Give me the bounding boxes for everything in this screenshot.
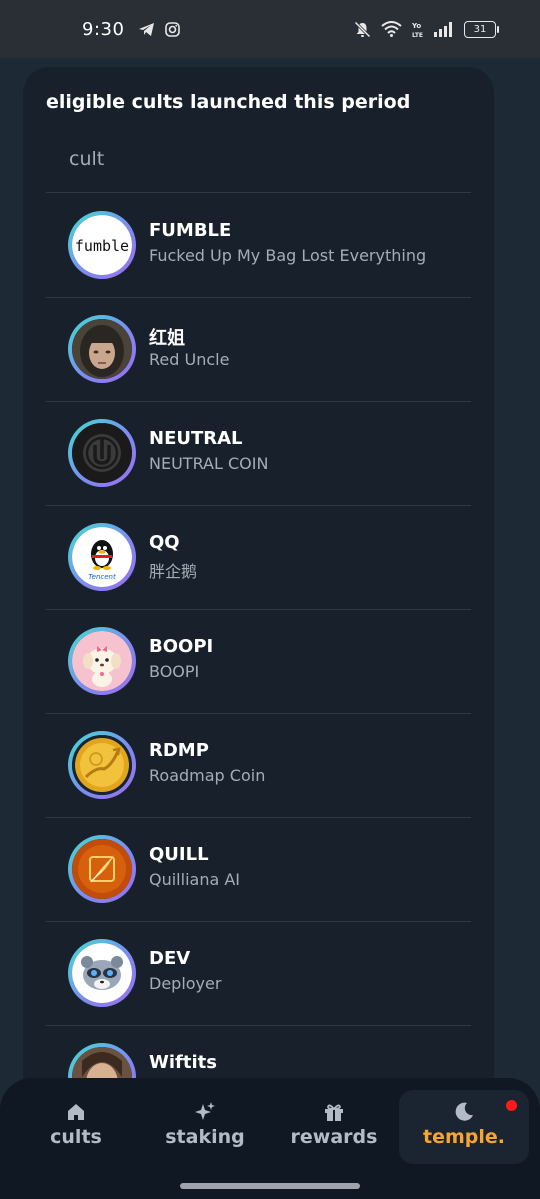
nav-cults[interactable]: cults	[11, 1100, 141, 1166]
cult-row-rdmp[interactable]: RDMP Roadmap Coin	[46, 714, 471, 818]
eligible-cults-panel: eligible cults launched this period cult…	[23, 67, 494, 1147]
wifi-icon	[381, 21, 402, 37]
signal-icon	[434, 21, 452, 37]
sparkles-icon	[195, 1102, 215, 1120]
cult-symbol: QQ	[149, 532, 180, 553]
svg-text:fumble: fumble	[75, 237, 129, 255]
cult-row-neutral[interactable]: NEUTRAL NEUTRAL COIN	[46, 402, 471, 506]
cult-symbol: 红姐	[149, 328, 185, 349]
status-app-icons	[138, 21, 181, 37]
avatar	[68, 731, 136, 799]
cult-name: Quilliana AI	[149, 870, 241, 889]
cult-name: Deployer	[149, 974, 222, 993]
svg-text:Yo: Yo	[412, 22, 421, 30]
raccoon-face	[72, 943, 132, 1003]
instagram-icon	[165, 21, 181, 37]
avatar	[68, 315, 136, 383]
cult-name: Fucked Up My Bag Lost Everything	[149, 246, 427, 265]
quill-logo	[72, 839, 132, 899]
nav-label: rewards	[290, 1126, 378, 1148]
cult-row-qq[interactable]: Tencent QQ 胖企鹅	[46, 506, 471, 610]
status-time: 9:30	[82, 18, 125, 40]
cult-symbol: BOOPI	[149, 636, 214, 657]
cult-row-hongjie[interactable]: 红姐 Red Uncle	[46, 298, 471, 402]
gold-coin	[72, 735, 132, 795]
avatar	[68, 939, 136, 1007]
cult-name: NEUTRAL COIN	[149, 454, 269, 473]
notification-dot	[506, 1100, 517, 1111]
nav-label: cults	[50, 1126, 102, 1148]
cult-name: BOOPI	[149, 662, 200, 681]
battery-icon: 31	[464, 20, 499, 38]
nav-staking[interactable]: staking	[140, 1100, 270, 1166]
volte-icon: Yo LTE	[412, 22, 423, 38]
nav-temple[interactable]: temple.	[399, 1090, 529, 1164]
cult-symbol: NEUTRAL	[149, 428, 243, 449]
cult-symbol: FUMBLE	[149, 220, 232, 241]
avatar	[68, 835, 136, 903]
cult-symbol: QUILL	[149, 844, 209, 865]
svg-text:Tencent: Tencent	[88, 573, 116, 581]
neutral-logo	[72, 423, 132, 483]
cult-row-dev[interactable]: DEV Deployer	[46, 922, 471, 1026]
portrait-photo	[72, 319, 132, 379]
cult-row-boopi[interactable]: BOOPI BOOPI	[46, 610, 471, 714]
nav-rewards[interactable]: rewards	[269, 1100, 399, 1166]
moon-icon	[455, 1102, 473, 1121]
cult-symbol: RDMP	[149, 740, 209, 761]
nav-label: staking	[165, 1126, 245, 1148]
cult-name: 胖企鹅	[149, 562, 198, 581]
home-indicator[interactable]	[180, 1183, 360, 1189]
bottom-nav: cults staking rewards temple.	[0, 1078, 540, 1199]
avatar: Tencent	[68, 523, 136, 591]
nav-label: temple.	[423, 1126, 505, 1148]
avatar: fumble	[68, 211, 136, 279]
cult-list: fumble FUMBLE Fucked Up My Bag Lost Ever…	[46, 194, 471, 1130]
mute-icon	[354, 20, 371, 38]
home-icon	[68, 1104, 84, 1120]
cult-symbol: DEV	[149, 948, 191, 969]
fumble-logo: fumble	[72, 215, 132, 275]
cult-symbol: Wiftits	[149, 1052, 217, 1073]
cult-name: Red Uncle	[149, 350, 230, 369]
column-header: cult	[46, 142, 471, 193]
pink-puppy	[72, 631, 132, 691]
telegram-icon	[139, 22, 155, 36]
svg-text:LTE: LTE	[412, 32, 423, 38]
cult-row-quill[interactable]: QUILL Quilliana AI	[46, 818, 471, 922]
gift-icon	[325, 1104, 343, 1121]
status-bar: 9:30 Yo LTE 31	[0, 0, 540, 58]
avatar	[68, 627, 136, 695]
cult-row-fumble[interactable]: fumble FUMBLE Fucked Up My Bag Lost Ever…	[46, 194, 471, 298]
avatar	[68, 419, 136, 487]
column-header-label: cult	[69, 148, 105, 170]
cult-name: Roadmap Coin	[149, 766, 266, 785]
qq-penguin-logo: Tencent	[72, 527, 132, 587]
panel-title: eligible cults launched this period	[46, 91, 411, 113]
status-system-icons: Yo LTE 31	[354, 20, 499, 38]
